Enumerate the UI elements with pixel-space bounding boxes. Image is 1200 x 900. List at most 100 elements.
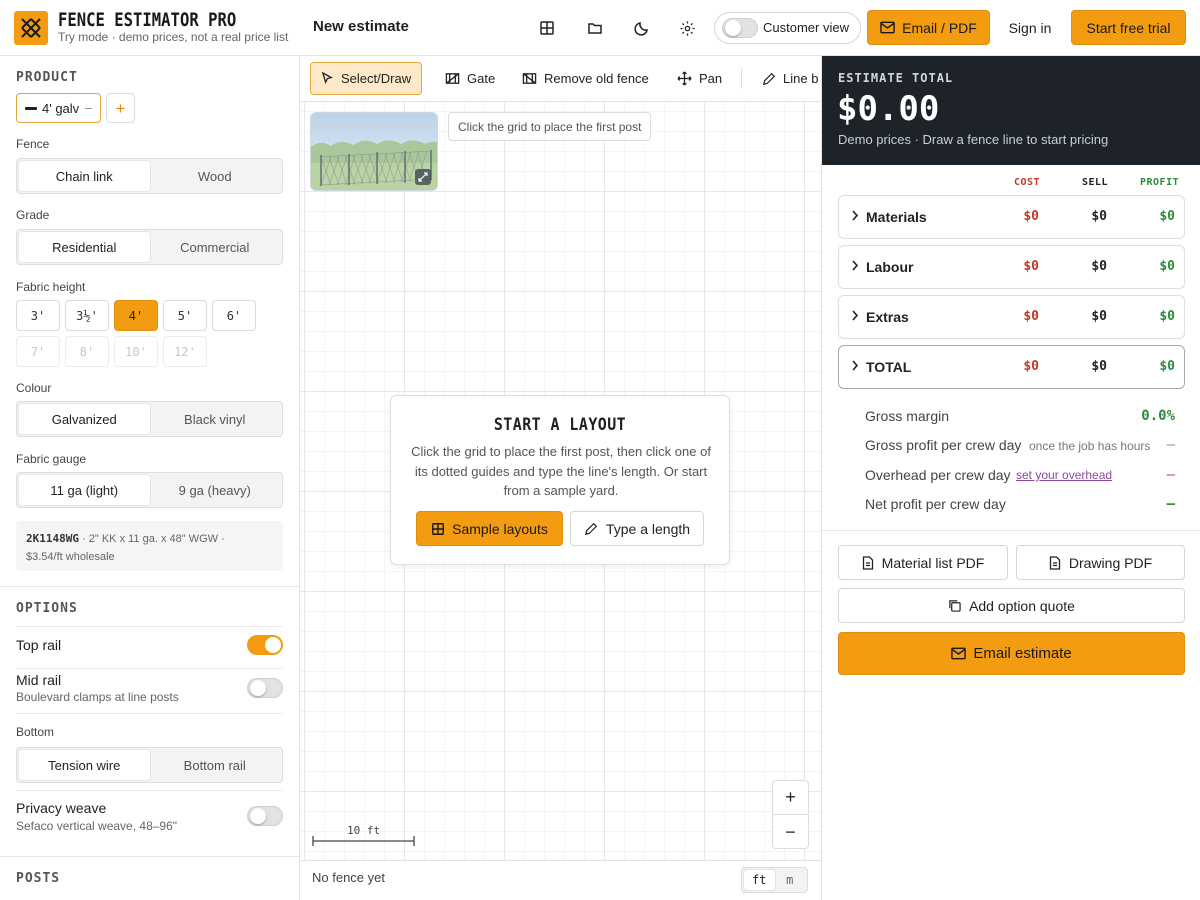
open-button[interactable] xyxy=(583,16,607,40)
unit-m[interactable]: m xyxy=(775,870,806,890)
sku-code: 2K1148WG xyxy=(26,532,79,545)
pointer-icon xyxy=(321,72,333,84)
tool-pan[interactable]: Pan xyxy=(667,62,732,95)
line-item-profit: $0 xyxy=(1159,359,1175,374)
customer-view-toggle[interactable]: Customer view xyxy=(714,12,861,44)
row-divider xyxy=(16,626,283,627)
gate-icon xyxy=(445,73,460,84)
privacy-weave-switch[interactable] xyxy=(247,806,283,826)
line-item-profit: $0 xyxy=(1159,209,1175,224)
line-item-total[interactable]: TOTAL $0 $0 $0 xyxy=(838,345,1185,389)
product-chip[interactable]: 4' galv – xyxy=(16,93,101,123)
gross-margin-label: Gross margin xyxy=(865,408,950,424)
line-item-label: Extras xyxy=(866,309,909,325)
sample-layouts-button[interactable]: Sample layouts xyxy=(416,511,563,546)
document-icon xyxy=(862,555,873,570)
line-item-sell: $0 xyxy=(1091,209,1107,224)
tool-gate-label: Gate xyxy=(467,71,496,86)
sign-in-button[interactable]: Sign in xyxy=(1000,10,1060,45)
settings-button[interactable] xyxy=(675,16,699,40)
product-section-title: PRODUCT xyxy=(16,70,78,85)
material-list-pdf-button[interactable]: Material list PDF xyxy=(838,545,1008,580)
line-item-extras[interactable]: Extras $0 $0 $0 xyxy=(838,295,1185,339)
email-pdf-button[interactable]: Email / PDF xyxy=(867,10,990,45)
section-divider xyxy=(0,856,299,857)
height-option-6[interactable]: 6' xyxy=(212,300,256,331)
add-option-quote-button[interactable]: Add option quote xyxy=(838,588,1185,623)
bottom-option-tension-wire[interactable]: Tension wire xyxy=(19,750,150,780)
tool-gate[interactable]: Gate xyxy=(435,62,505,95)
gross-profit-crew-day-hint: once the job has hours xyxy=(1029,439,1151,453)
gear-icon xyxy=(679,20,695,36)
line-item-labour[interactable]: Labour $0 $0 $0 xyxy=(838,245,1185,289)
type-length-label: Type a length xyxy=(605,520,691,537)
gauge-option-9[interactable]: 9 ga (heavy) xyxy=(150,475,281,505)
height-option-12: 12' xyxy=(163,336,207,367)
privacy-weave-label: Privacy weave xyxy=(16,800,107,816)
zoom-out-button[interactable]: − xyxy=(773,815,808,849)
height-option-4[interactable]: 4' xyxy=(114,300,158,331)
pencil-icon xyxy=(762,72,776,85)
moon-icon xyxy=(634,22,648,36)
row-divider xyxy=(16,668,283,669)
height-option-3-5[interactable]: 3½' xyxy=(65,300,109,331)
drawing-pdf-button[interactable]: Drawing PDF xyxy=(1016,545,1185,580)
gross-margin-value: 0.0% xyxy=(1141,408,1175,424)
add-product-button[interactable]: + xyxy=(106,93,135,123)
layouts-button[interactable] xyxy=(535,16,559,40)
fence-photo-icon xyxy=(311,113,437,190)
fence-type-selector: Chain link Wood xyxy=(16,158,283,194)
tool-remove-old-fence[interactable]: Remove old fence xyxy=(512,62,659,95)
dark-mode-button[interactable] xyxy=(630,16,654,40)
section-divider xyxy=(822,530,1200,531)
logo[interactable] xyxy=(14,11,48,45)
fence-option-wood[interactable]: Wood xyxy=(150,161,281,191)
fabric-height-label: Fabric height xyxy=(16,280,86,294)
net-profit-crew-day-value: — xyxy=(1166,496,1175,512)
product-sidebar: PRODUCT 4' galv – + Fence Chain link Woo… xyxy=(0,56,300,900)
height-option-5[interactable]: 5' xyxy=(163,300,207,331)
scale-bar xyxy=(312,836,415,846)
gauge-option-11[interactable]: 11 ga (light) xyxy=(19,475,150,505)
sample-yard-thumbnail[interactable] xyxy=(310,112,438,191)
customer-view-switch[interactable] xyxy=(722,18,758,38)
email-estimate-button[interactable]: Email estimate xyxy=(838,632,1185,675)
privacy-weave-subtitle: Sefaco vertical weave, 48–96" xyxy=(16,819,178,833)
mid-rail-subtitle: Boulevard clamps at line posts xyxy=(16,690,179,704)
line-item-materials[interactable]: Materials $0 $0 $0 xyxy=(838,195,1185,239)
remove-product-icon[interactable]: – xyxy=(85,100,92,115)
colour-selector: Galvanized Black vinyl xyxy=(16,401,283,437)
line-item-sell: $0 xyxy=(1091,259,1107,274)
folder-icon xyxy=(588,23,602,34)
colour-option-galvanized[interactable]: Galvanized xyxy=(19,404,150,434)
sku-description: · 2" KK x 11 ga. x 48" WGW · xyxy=(78,533,225,545)
height-option-10: 10' xyxy=(114,336,158,367)
fence-option-chain-link[interactable]: Chain link xyxy=(19,161,150,191)
grade-option-commercial[interactable]: Commercial xyxy=(150,232,281,262)
tool-line[interactable]: Line b xyxy=(752,62,821,95)
chevron-right-icon xyxy=(852,260,859,271)
set-overhead-link[interactable]: set your overhead xyxy=(1016,468,1112,482)
grade-option-residential[interactable]: Residential xyxy=(19,232,150,262)
mid-rail-switch[interactable] xyxy=(247,678,283,698)
sample-layouts-label: Sample layouts xyxy=(452,520,548,537)
top-rail-switch[interactable] xyxy=(247,635,283,655)
bottom-option-bottom-rail[interactable]: Bottom rail xyxy=(150,750,281,780)
tool-select-draw[interactable]: Select/Draw xyxy=(310,62,423,95)
bottom-label: Bottom xyxy=(16,725,55,739)
type-length-button[interactable]: Type a length xyxy=(570,511,704,546)
section-divider xyxy=(0,586,299,587)
estimate-total-value: $0.00 xyxy=(837,89,940,129)
start-layout-text: Click the grid to place the first post, … xyxy=(411,444,711,498)
zoom-in-button[interactable]: + xyxy=(773,781,808,815)
canvas-hint: Click the grid to place the first post xyxy=(448,112,652,141)
unit-ft[interactable]: ft xyxy=(744,870,775,890)
height-option-8: 8' xyxy=(65,336,109,367)
height-option-3[interactable]: 3' xyxy=(16,300,60,331)
app-header: FENCE ESTIMATOR PRO Try mode · demo pric… xyxy=(0,0,1200,56)
document-title[interactable]: New estimate xyxy=(313,18,409,35)
colour-option-black-vinyl[interactable]: Black vinyl xyxy=(150,404,281,434)
estimate-total-banner: ESTIMATE TOTAL $0.00 Demo prices · Draw … xyxy=(822,56,1200,165)
start-trial-button[interactable]: Start free trial xyxy=(1071,10,1186,45)
line-item-cost: $0 xyxy=(1023,359,1039,374)
